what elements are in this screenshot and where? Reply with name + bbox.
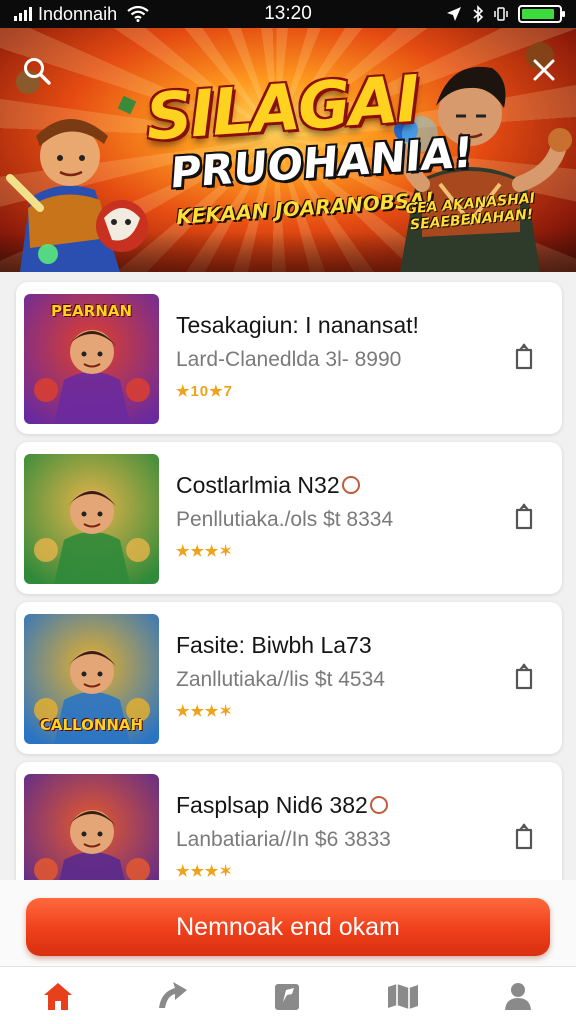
- tab-profile[interactable]: [498, 976, 538, 1016]
- explore-icon: [158, 981, 187, 1008]
- tab-map[interactable]: [383, 976, 423, 1016]
- home-icon: [43, 982, 72, 1010]
- game-rating: ★★★✶: [176, 703, 233, 720]
- game-meta: Zanllutiaka//lis $t 4534: [176, 668, 385, 691]
- game-card[interactable]: CALLONNAH Fasite: Biwbh La73 Zanllutiaka…: [16, 602, 562, 754]
- game-rating: ★★★✶: [176, 863, 233, 880]
- title-badge-icon: [369, 795, 388, 814]
- game-thumbnail: [24, 454, 159, 584]
- game-meta: Penllutiaka./ols $t 8334: [176, 508, 394, 531]
- game-title: Costlarlmia N32: [176, 472, 360, 499]
- tab-explore[interactable]: [153, 976, 193, 1016]
- game-card[interactable]: PEARNAN Tesakagiun: I nanansat! Lard-Cla…: [16, 282, 562, 434]
- library-icon: [274, 983, 299, 1010]
- game-meta: Lard-Clanedlda 3l- 8990: [176, 348, 402, 371]
- battery-level: [522, 9, 555, 19]
- game-title: Fasplsap Nid6 382: [176, 792, 388, 819]
- title-badge-icon: [341, 475, 360, 494]
- close-icon[interactable]: [530, 56, 558, 84]
- primary-cta-button[interactable]: Nemnoak end okam: [26, 898, 550, 956]
- bluetooth-icon: [473, 5, 484, 23]
- download-icon[interactable]: [512, 342, 536, 372]
- game-card[interactable]: Costlarlmia N32 Penllutiaka./ols $t 8334…: [16, 442, 562, 594]
- game-thumbnail: PEARNAN: [24, 294, 159, 424]
- carrier-name: Indonnaih: [38, 3, 118, 24]
- status-bar: Indonnaih 13:20: [0, 0, 576, 28]
- location-icon: [447, 7, 461, 21]
- download-icon[interactable]: [512, 662, 536, 692]
- map-icon: [388, 983, 419, 1009]
- search-icon[interactable]: [22, 56, 52, 86]
- game-thumbnail: CALLONNAH: [24, 614, 159, 744]
- hero-banner[interactable]: SILAGAI PRUOHANIA! KEKAAN JOARANOBSA! GE…: [0, 28, 576, 272]
- thumbnail-logo-text: PEARNAN: [50, 302, 133, 320]
- game-rating: ★10★7: [176, 383, 233, 400]
- tab-home[interactable]: [38, 976, 78, 1016]
- game-title: Tesakagiun: I nanansat!: [176, 312, 419, 338]
- profile-icon: [505, 982, 532, 1010]
- battery-icon: [518, 5, 565, 23]
- game-rating: ★★★✶: [176, 543, 233, 560]
- signal-icon: [14, 7, 32, 21]
- tab-library[interactable]: [268, 976, 308, 1016]
- game-meta: Lanbatiaria//In $6 3833: [176, 828, 391, 851]
- cta-area: Nemnoak end okam: [0, 880, 576, 966]
- game-title: Fasite: Biwbh La73: [176, 632, 372, 658]
- download-icon[interactable]: [512, 822, 536, 852]
- wifi-icon: [127, 6, 149, 22]
- thumbnail-art: [24, 454, 159, 584]
- tab-bar: [0, 966, 576, 1024]
- vibrate-icon: [494, 7, 508, 21]
- download-icon[interactable]: [512, 502, 536, 532]
- thumbnail-logo-text: CALLONNAH: [39, 716, 144, 734]
